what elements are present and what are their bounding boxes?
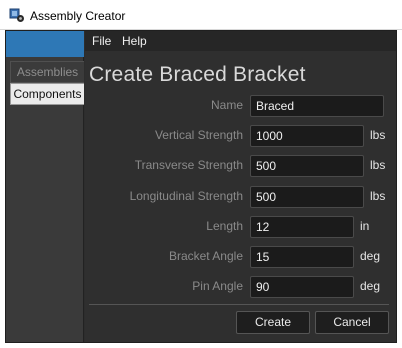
longitudinal-strength-unit: lbs: [370, 189, 386, 203]
bracket-angle-label: Bracket Angle: [168, 249, 243, 263]
longitudinal-strength-input[interactable]: [250, 186, 364, 208]
assembly-app-icon: [9, 8, 24, 22]
tab-components[interactable]: Components: [10, 83, 84, 105]
menu-bar: File Help: [85, 31, 396, 51]
bracket-angle-input[interactable]: [250, 246, 354, 268]
pin-angle-label: Pin Angle: [192, 279, 243, 293]
vertical-strength-input[interactable]: [250, 125, 364, 147]
vertical-strength-unit: lbs: [370, 128, 386, 142]
window-titlebar: Assembly Creator: [0, 0, 402, 30]
length-label: Length: [206, 219, 243, 233]
longitudinal-strength-label: Longitudinal Strength: [129, 189, 243, 203]
name-label: Name: [210, 98, 243, 112]
pin-angle-input[interactable]: [250, 276, 354, 298]
sidebar: Assemblies Components: [6, 31, 84, 342]
length-input[interactable]: [250, 216, 354, 238]
vertical-strength-label: Vertical Strength: [154, 128, 243, 142]
bracket-angle-unit: deg: [360, 249, 381, 263]
transverse-strength-unit: lbs: [370, 158, 386, 172]
create-button[interactable]: Create: [236, 311, 310, 334]
menu-file[interactable]: File: [92, 34, 111, 48]
pin-angle-unit: deg: [360, 279, 381, 293]
window-title: Assembly Creator: [30, 9, 126, 23]
tab-assemblies[interactable]: Assemblies: [10, 61, 84, 83]
length-unit: in: [360, 219, 370, 233]
form-panel: Create Braced Bracket Name Vertical Stre…: [85, 51, 396, 342]
menu-help[interactable]: Help: [122, 34, 147, 48]
page-title: Create Braced Bracket: [89, 63, 306, 86]
cancel-button[interactable]: Cancel: [315, 311, 389, 334]
transverse-strength-input[interactable]: [250, 155, 364, 177]
sidebar-header: [6, 31, 84, 57]
name-input[interactable]: [250, 95, 384, 117]
form-divider: [89, 304, 389, 305]
transverse-strength-label: Transverse Strength: [134, 158, 243, 172]
